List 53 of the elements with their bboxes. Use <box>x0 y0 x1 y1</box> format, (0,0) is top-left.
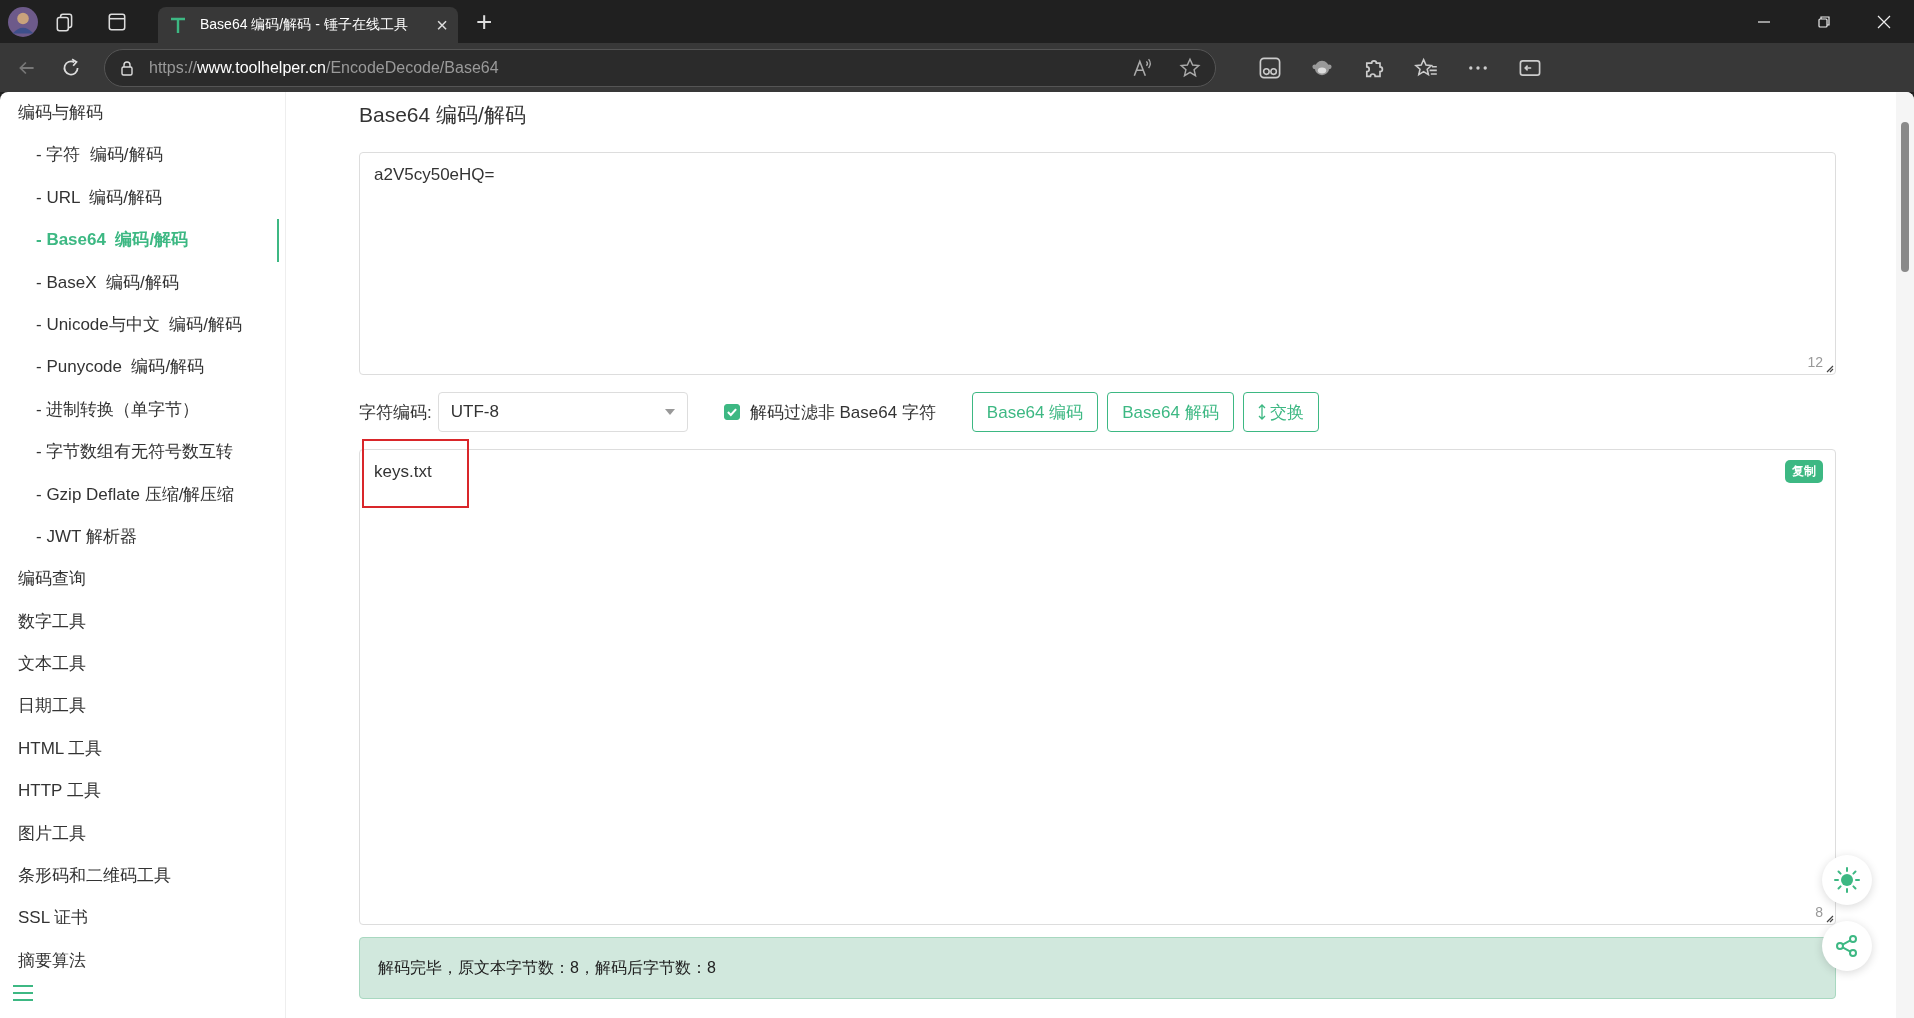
url-text: https://www.toolhelper.cn/EncodeDecode/Base64 <box>149 58 499 77</box>
favorite-star-icon[interactable] <box>1179 56 1201 79</box>
sidebar-item[interactable]: 数字工具 <box>0 600 285 644</box>
sidebar-item[interactable]: 日期工具 <box>0 685 285 728</box>
read-aloud-icon[interactable] <box>1131 56 1153 79</box>
status-message: 解码完毕，原文本字节数：8，解码后字节数：8 <box>359 937 1836 999</box>
sidebar-item[interactable]: - Gzip Deflate 压缩/解压缩 <box>0 473 285 516</box>
restore-icon[interactable] <box>1816 13 1832 30</box>
sidebar-item[interactable]: 文本工具 <box>0 643 285 686</box>
page-title: Base64 编码/解码 <box>359 102 527 128</box>
sidebar-item[interactable]: - 字符 编码/解码 <box>0 134 285 177</box>
sidebar-item[interactable]: 编码与解码 <box>0 92 285 135</box>
sidebar-item[interactable]: - URL 编码/解码 <box>0 176 285 220</box>
lock-icon[interactable] <box>119 59 135 76</box>
output-textarea[interactable]: keys.txt 复制 8 <box>359 449 1836 925</box>
output-text: keys.txt <box>374 462 432 482</box>
resize-grip-icon[interactable] <box>1826 365 1834 373</box>
sidebar-item[interactable]: SSL 证书 <box>0 897 285 940</box>
sun-icon <box>1833 866 1861 894</box>
character-count: 12 <box>1807 354 1823 370</box>
sidebar-item[interactable]: HTML 工具 <box>0 727 285 771</box>
sidebar-item[interactable]: 图片工具 <box>0 812 285 856</box>
up-down-arrow-icon <box>1257 404 1266 420</box>
sidebar-item[interactable]: HTTP 工具 <box>0 770 285 813</box>
sidebar-item[interactable]: - JWT 解析器 <box>0 515 285 559</box>
extension-glasses-icon[interactable] <box>1258 55 1282 80</box>
resize-grip-icon[interactable] <box>1826 915 1834 923</box>
sidebar-item[interactable]: 编码查询 <box>0 558 285 601</box>
tab-close-button[interactable]: × <box>436 13 448 37</box>
encoding-label: 字符编码: <box>359 401 432 424</box>
address-bar[interactable]: https://www.toolhelper.cn/EncodeDecode/Base64 <box>104 48 1216 87</box>
scrollbar[interactable] <box>1896 92 1914 1018</box>
filter-label: 解码过滤非 Base64 字符 <box>749 401 936 424</box>
sidebar-item[interactable]: - 字节数组有无符号数互转 <box>0 431 285 474</box>
share-icon <box>1835 934 1859 958</box>
caret-icon <box>664 409 675 415</box>
sidebar-item[interactable]: - Punycode 编码/解码 <box>0 346 285 389</box>
avatar-icon[interactable] <box>8 6 38 37</box>
browser-tab[interactable]: Base64 编码/解码 - 锤子在线工具 × <box>158 7 458 43</box>
sidebar-item[interactable]: 摘要算法 <box>0 939 285 983</box>
sidebar-item[interactable]: - BaseX 编码/解码 <box>0 261 285 304</box>
tab-title: Base64 编码/解码 - 锤子在线工具 <box>200 16 409 34</box>
new-tab-button[interactable]: + <box>476 5 493 38</box>
sidebar-item[interactable]: - Unicode与中文 编码/解码 <box>0 303 285 347</box>
encoding-select[interactable]: UTF-8 <box>437 392 688 432</box>
character-count: 8 <box>1815 904 1823 920</box>
sidebar-item[interactable]: 条形码和二维码工具 <box>0 855 285 898</box>
filter-checkbox[interactable] <box>723 404 740 420</box>
input-text: a2V5cy50eHQ= <box>374 165 495 185</box>
hammer-logo-icon <box>168 15 188 35</box>
input-textarea[interactable]: a2V5cy50eHQ= 12 <box>359 152 1836 375</box>
close-icon[interactable] <box>1876 13 1892 30</box>
sidebar-item[interactable]: - 进制转换（单字节） <box>0 388 285 432</box>
